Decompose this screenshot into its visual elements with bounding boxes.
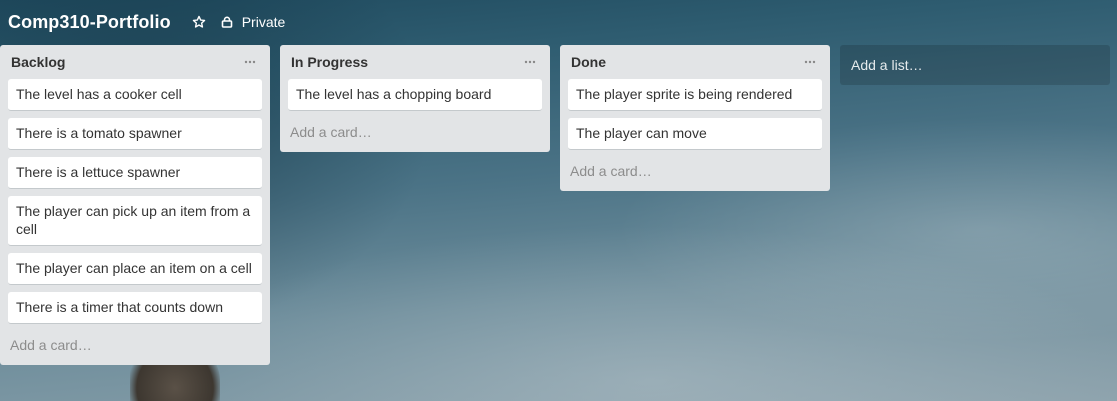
list-header: In Progress xyxy=(288,45,542,79)
card[interactable]: There is a timer that counts down xyxy=(8,292,262,324)
list-header: Done xyxy=(568,45,822,79)
add-list-button[interactable]: Add a list… xyxy=(840,45,1110,85)
card[interactable]: The player can pick up an item from a ce… xyxy=(8,196,262,246)
list-backlog: Backlog The level has a cooker cell Ther… xyxy=(0,45,270,365)
add-card-button[interactable]: Add a card… xyxy=(288,118,542,144)
board-header: Comp310-Portfolio Private xyxy=(0,0,1117,44)
list-header: Backlog xyxy=(8,45,262,79)
card[interactable]: There is a lettuce spawner xyxy=(8,157,262,189)
privacy-label: Private xyxy=(241,14,286,30)
add-card-button[interactable]: Add a card… xyxy=(8,331,262,357)
list-title[interactable]: Backlog xyxy=(11,54,65,70)
card[interactable]: The level has a cooker cell xyxy=(8,79,262,111)
board-title[interactable]: Comp310-Portfolio xyxy=(8,12,171,33)
card[interactable]: The level has a chopping board xyxy=(288,79,542,111)
card[interactable]: The player can place an item on a cell xyxy=(8,253,262,285)
card[interactable]: There is a tomato spawner xyxy=(8,118,262,150)
list-title[interactable]: Done xyxy=(571,54,606,70)
list-in-progress: In Progress The level has a chopping boa… xyxy=(280,45,550,152)
privacy-button[interactable]: Private xyxy=(221,14,286,30)
star-icon[interactable] xyxy=(191,14,207,30)
ellipsis-icon[interactable] xyxy=(241,55,259,69)
card[interactable]: The player can move xyxy=(568,118,822,150)
ellipsis-icon[interactable] xyxy=(521,55,539,69)
list-title[interactable]: In Progress xyxy=(291,54,368,70)
list-done: Done The player sprite is being rendered… xyxy=(560,45,830,191)
add-card-button[interactable]: Add a card… xyxy=(568,157,822,183)
card[interactable]: The player sprite is being rendered xyxy=(568,79,822,111)
lock-icon xyxy=(221,16,233,28)
ellipsis-icon[interactable] xyxy=(801,55,819,69)
